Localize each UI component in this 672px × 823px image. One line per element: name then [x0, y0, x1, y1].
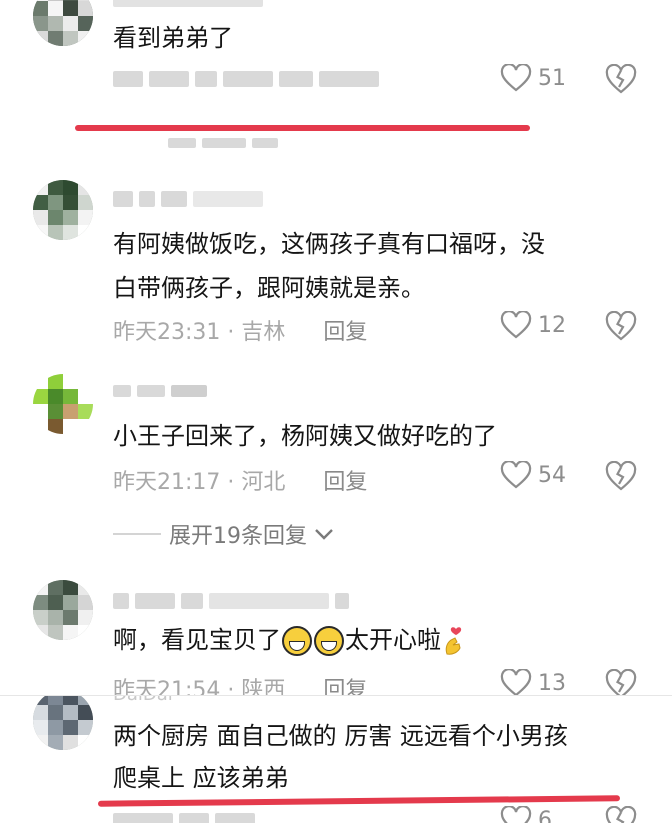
- comment-text: 看到弟弟了: [113, 24, 233, 52]
- comment-text-line: 白带俩孩子，跟阿姨就是亲。: [113, 274, 425, 302]
- dislike-button[interactable]: [604, 310, 638, 345]
- dislike-button[interactable]: [604, 805, 638, 823]
- grinning-face-emoji: [314, 626, 344, 656]
- comment-text-before: 啊，看见宝贝了: [113, 626, 281, 654]
- comment-text-line: 有阿姨做饭吃，这俩孩子真有口福呀，没: [113, 230, 545, 258]
- reply-button[interactable]: 回复: [323, 464, 367, 496]
- comment-time-location: 昨天23:31 · 吉林: [113, 320, 286, 345]
- grinning-face-emoji: [282, 626, 312, 656]
- heart-outline-icon: [500, 64, 532, 92]
- reply-button[interactable]: 回复: [323, 314, 367, 346]
- broken-heart-icon: [605, 63, 637, 94]
- broken-heart-icon: [605, 460, 637, 491]
- like-count: 51: [538, 65, 566, 91]
- expand-replies-button[interactable]: 展开19条回复: [113, 518, 335, 550]
- like-count: 54: [538, 462, 566, 488]
- comment-item: 有阿姨做饭吃，这俩孩子真有口福呀，没 白带俩孩子，跟阿姨就是亲。 昨天23:31…: [0, 178, 672, 358]
- heart-outline-icon: [500, 311, 532, 339]
- broken-heart-icon: [605, 310, 637, 341]
- reply-button[interactable]: 回复: [323, 672, 367, 696]
- like-count: 6: [538, 807, 552, 823]
- avatar[interactable]: [33, 696, 93, 750]
- comment-text: 小王子回来了，杨阿姨又做好吃的了: [113, 422, 497, 450]
- finger-heart-emoji: [445, 627, 462, 655]
- comment-text-line: 两个厨房 面自己做的 厉害 远远看个小男孩: [113, 722, 568, 750]
- comment-text: 啊，看见宝贝了 太开心啦: [113, 618, 467, 662]
- like-button[interactable]: 51: [500, 64, 566, 92]
- comment-text-line: 爬桌上 应该弟弟: [113, 764, 289, 792]
- like-button[interactable]: 6: [500, 806, 552, 823]
- dislike-button[interactable]: [604, 460, 638, 495]
- avatar[interactable]: [33, 374, 93, 434]
- like-button[interactable]: 13: [500, 669, 566, 696]
- comment-meta: 昨天21:54 · 陕西 回复: [113, 672, 367, 696]
- username-blurred[interactable]: [113, 590, 349, 612]
- heart-outline-icon: [500, 669, 532, 696]
- avatar[interactable]: [33, 180, 93, 240]
- chevron-down-icon: [315, 529, 333, 540]
- dislike-button[interactable]: [604, 668, 638, 696]
- comment-item: 看到弟弟了 51: [0, 0, 672, 150]
- broken-heart-icon: [605, 668, 637, 696]
- like-button[interactable]: 54: [500, 461, 566, 489]
- comment-item: 啊，看见宝贝了 太开心啦 昨天21:54 · 陕西 回复 13: [0, 576, 672, 696]
- username[interactable]: DaiDai: [113, 696, 173, 705]
- expand-replies-label: 展开19条回复: [169, 524, 307, 549]
- like-count: 13: [538, 670, 566, 696]
- heart-outline-icon: [500, 806, 532, 823]
- comment-item: 小王子回来了，杨阿姨又做好吃的了 昨天21:17 · 河北 回复 54 展开19…: [0, 370, 672, 560]
- like-button[interactable]: 12: [500, 311, 566, 339]
- like-count: 12: [538, 312, 566, 338]
- blurred-fragment: [168, 132, 278, 154]
- broken-heart-icon: [605, 805, 637, 823]
- dislike-button[interactable]: [604, 63, 638, 98]
- comment-meta: 昨天21:17 · 河北 回复: [113, 464, 367, 496]
- username-blurred[interactable]: [113, 188, 263, 210]
- comment-meta: 昨天23:31 · 吉林 回复: [113, 314, 367, 346]
- expand-divider: [113, 533, 161, 535]
- avatar[interactable]: [33, 0, 93, 46]
- meta-blurred: [113, 68, 379, 90]
- username-blurred[interactable]: [113, 380, 207, 402]
- comment-time-location: 昨天21:54 · 陕西: [113, 678, 286, 696]
- avatar[interactable]: [33, 580, 93, 640]
- username-blurred[interactable]: [113, 0, 263, 10]
- comment-time-location: 昨天21:17 · 河北: [113, 470, 286, 495]
- heart-outline-icon: [500, 461, 532, 489]
- comment-text-after: 太开心啦: [345, 626, 441, 654]
- comment-item: DaiDai 两个厨房 面自己做的 厉害 远远看个小男孩 爬桌上 应该弟弟 6: [0, 696, 672, 823]
- meta-blurred: [113, 810, 255, 823]
- highlight-underline: [75, 125, 530, 131]
